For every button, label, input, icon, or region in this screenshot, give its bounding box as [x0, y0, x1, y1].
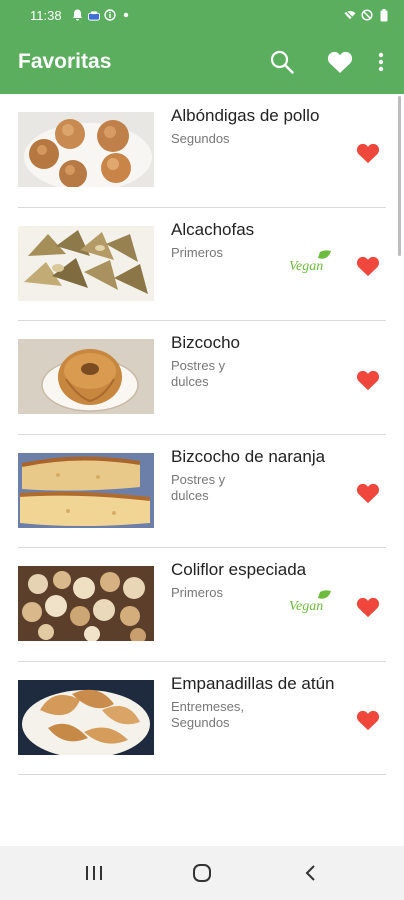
favorite-toggle[interactable] — [354, 481, 382, 507]
heart-filled-icon — [356, 483, 380, 504]
do-not-disturb-icon — [361, 9, 373, 21]
heart-filled-icon — [356, 256, 380, 277]
favorite-toggle[interactable] — [354, 594, 382, 620]
cloud-icon — [87, 9, 100, 21]
recipe-category: Primeros — [171, 244, 224, 260]
vegan-label: Vegan — [289, 599, 323, 614]
recipe-item[interactable]: Albóndigas de pollo Segundos — [0, 94, 404, 208]
favorite-toggle[interactable] — [354, 708, 382, 734]
battery-icon — [378, 8, 390, 21]
status-time: 11:38 — [30, 7, 62, 23]
recent-apps-button[interactable] — [69, 851, 119, 895]
home-icon — [193, 864, 211, 882]
recipe-title: Alcachofas — [171, 219, 255, 239]
app-bar: Favoritas — [0, 30, 404, 94]
favorite-toggle[interactable] — [354, 254, 382, 280]
status-left: 11:38 — [30, 8, 132, 23]
info-icon — [103, 9, 116, 21]
vegan-badge: Vegan — [287, 248, 333, 276]
recipe-item[interactable]: Alcachofas Primeros Vegan — [0, 208, 404, 321]
recipe-item[interactable]: Coliflor especiada Primeros Vegan — [0, 548, 404, 662]
recipe-thumbnail-orange-cake — [18, 452, 154, 528]
recipe-title: Coliflor especiada — [171, 560, 307, 579]
recipe-title: Albóndigas de pollo — [171, 106, 320, 125]
favorite-toggle[interactable] — [354, 140, 382, 166]
recipe-thumbnail-empanadillas — [18, 679, 154, 755]
search-icon — [270, 50, 294, 74]
recipe-category: Primeros — [171, 585, 224, 600]
notification-bell-icon — [72, 9, 84, 21]
vegan-label: Vegan — [289, 259, 323, 274]
favorite-toggle[interactable] — [354, 367, 382, 393]
home-button[interactable] — [177, 851, 227, 895]
divider — [18, 774, 386, 775]
back-icon — [305, 865, 315, 881]
recipe-thumbnail-artichokes — [18, 225, 154, 301]
recipe-item[interactable]: Bizcocho de naranja Postres y dulces — [0, 435, 404, 548]
recipe-title: Bizcocho — [171, 333, 240, 352]
status-left-icons — [72, 9, 132, 21]
recipe-category: Postres y dulces — [171, 358, 226, 389]
recipe-category: Segundos — [171, 131, 230, 146]
overflow-menu-button[interactable] — [366, 40, 396, 84]
back-button[interactable] — [285, 851, 335, 895]
heart-filled-icon — [356, 710, 380, 731]
status-right — [344, 8, 390, 21]
recipe-item[interactable]: Bizcocho Postres y dulces — [0, 321, 404, 435]
recipe-category: Entremeses, Segundos — [171, 698, 244, 730]
more-vert-icon — [378, 52, 384, 72]
recipe-thumbnail-cauliflower — [18, 566, 154, 641]
heart-icon — [327, 51, 353, 73]
favorites-button[interactable] — [318, 40, 362, 84]
recipe-title: Empanadillas de atún — [171, 673, 335, 693]
search-button[interactable] — [260, 40, 304, 84]
recipe-category: Postres y dulces — [171, 471, 226, 503]
heart-filled-icon — [356, 597, 380, 617]
status-bar: 11:38 — [0, 0, 404, 30]
dot-icon — [120, 9, 132, 21]
vegan-badge: Vegan — [287, 588, 333, 616]
scrollbar[interactable] — [398, 96, 401, 256]
heart-filled-icon — [356, 143, 380, 163]
app-bar-actions — [260, 30, 404, 94]
recent-apps-icon — [86, 866, 102, 880]
heart-filled-icon — [356, 370, 380, 390]
recipe-thumbnail-meatballs — [18, 112, 154, 187]
favorites-list: Albóndigas de pollo Segundos Alcachofas … — [0, 94, 404, 775]
page-title: Favoritas — [18, 50, 112, 73]
recipe-title: Bizcocho de naranja — [171, 446, 326, 466]
recipe-thumbnail-bundt-cake — [18, 339, 154, 414]
wifi-icon — [344, 9, 356, 21]
recipe-item[interactable]: Empanadillas de atún Entremeses, Segundo… — [0, 662, 404, 775]
system-nav-bar — [0, 846, 404, 900]
